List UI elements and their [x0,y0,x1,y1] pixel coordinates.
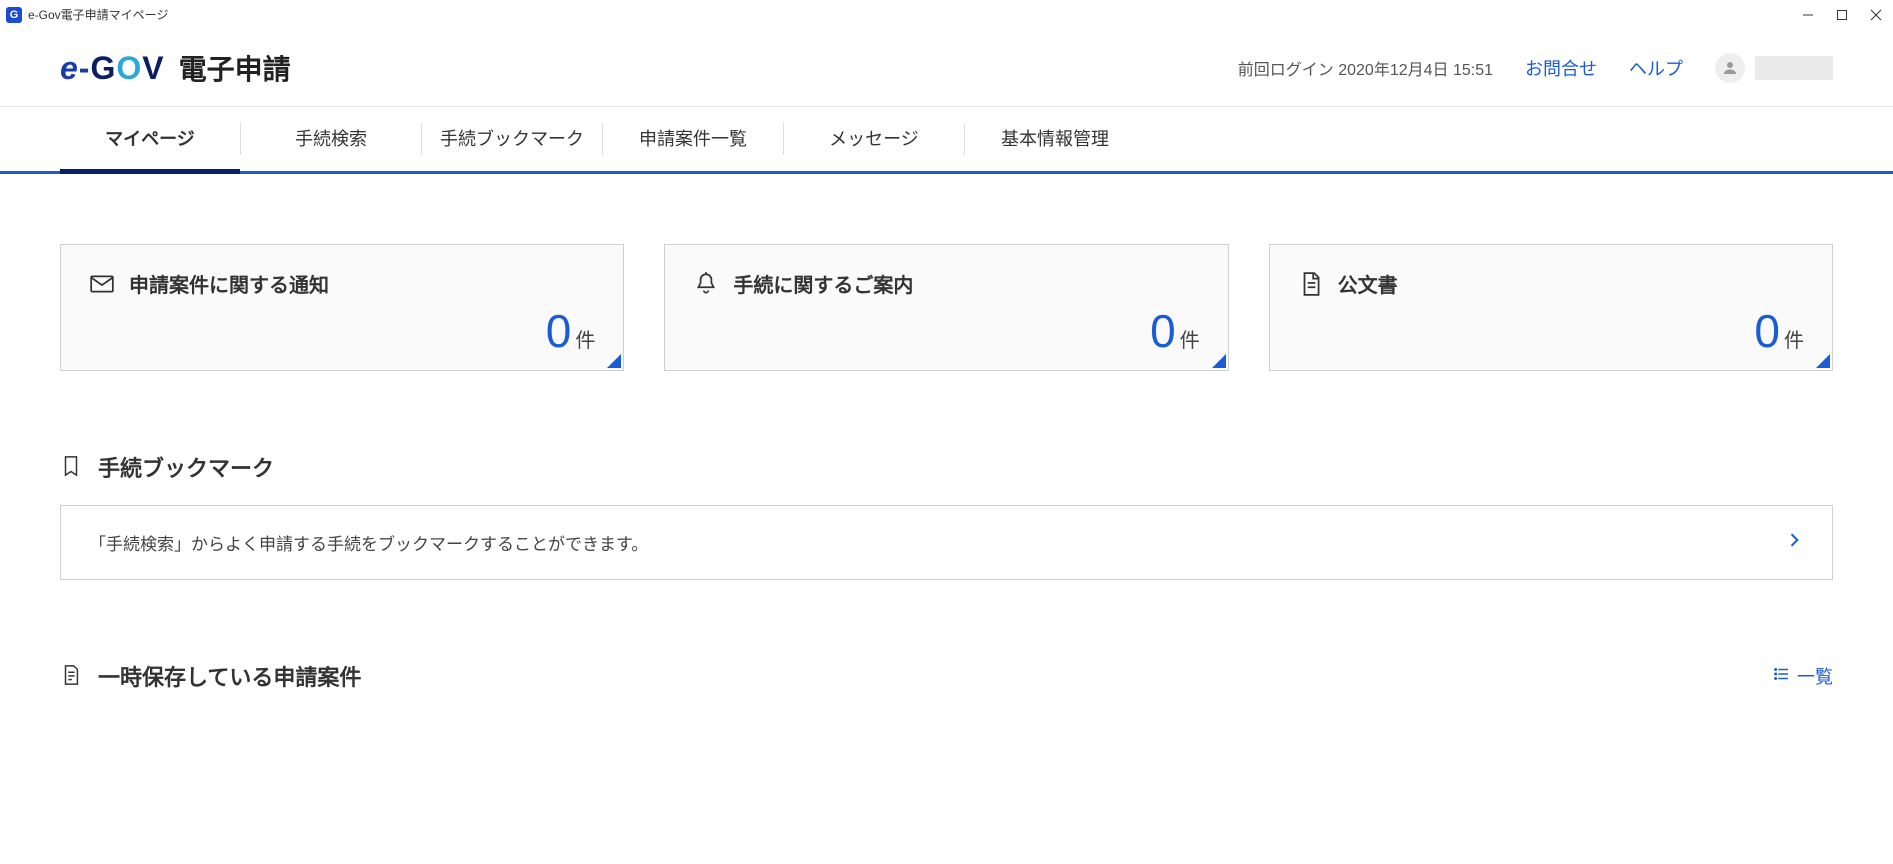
main-nav: マイページ 手続検索 手続ブックマーク 申請案件一覧 メッセージ 基本情報管理 [0,107,1893,174]
logo[interactable]: e-GOV 電子申請 [60,48,291,88]
window-titlebar: G e-Gov電子申請マイページ [0,0,1893,30]
resize-corner-icon [607,354,621,368]
saved-section: 一時保存している申請案件 一覧 [60,660,1833,692]
help-link[interactable]: ヘルプ [1629,55,1683,81]
card-notices[interactable]: 申請案件に関する通知 0件 [60,244,624,371]
card-count: 0 [546,305,572,357]
card-count: 0 [1754,305,1780,357]
resize-corner-icon [1816,354,1830,368]
nav-mypage[interactable]: マイページ [60,107,240,174]
last-login-label: 前回ログイン [1238,62,1334,79]
card-title: 手続に関するご案内 [733,269,913,298]
card-unit: 件 [575,330,595,352]
card-documents[interactable]: 公文書 0件 [1269,244,1833,371]
logo-mark: e-GOV [60,50,165,87]
last-login-value: 2020年12月4日 15:51 [1338,62,1493,79]
nav-applications[interactable]: 申請案件一覧 [603,107,783,171]
summary-cards: 申請案件に関する通知 0件 手続に関するご案内 0件 [60,244,1833,371]
window-maximize-button[interactable] [1835,8,1849,22]
card-guides[interactable]: 手続に関するご案内 0件 [664,244,1228,371]
card-unit: 件 [1784,330,1804,352]
card-unit: 件 [1180,330,1200,352]
window-close-button[interactable] [1869,8,1883,22]
list-link-label: 一覧 [1797,663,1833,689]
card-title: 申請案件に関する通知 [129,269,329,298]
bell-icon [693,271,719,297]
bookmark-hint: 「手続検索」からよく申請する手続をブックマークすることができます。 [89,530,648,555]
nav-basic-info[interactable]: 基本情報管理 [965,107,1145,171]
nav-bookmark[interactable]: 手続ブックマーク [422,107,602,171]
user-name [1755,56,1833,80]
bookmark-hint-row[interactable]: 「手続検索」からよく申請する手続をブックマークすることができます。 [60,505,1833,580]
last-login: 前回ログイン 2020年12月4日 15:51 [1238,56,1493,80]
document-lines-icon [60,664,84,688]
envelope-icon [89,271,115,297]
section-title: 手続ブックマーク [98,451,274,483]
app-icon: G [6,7,22,23]
nav-messages[interactable]: メッセージ [784,107,964,171]
card-title: 公文書 [1338,269,1398,298]
bookmark-icon [60,455,84,479]
avatar-icon [1715,53,1745,83]
resize-corner-icon [1212,354,1226,368]
document-icon [1298,271,1324,297]
list-link[interactable]: 一覧 [1773,663,1833,689]
window-title: e-Gov電子申請マイページ [28,6,168,23]
user-menu[interactable] [1715,53,1833,83]
list-icon [1773,665,1791,688]
window-minimize-button[interactable] [1801,8,1815,22]
page-header: e-GOV 電子申請 前回ログイン 2020年12月4日 15:51 お問合せ … [0,30,1893,107]
content: 申請案件に関する通知 0件 手続に関するご案内 0件 [0,174,1893,754]
logo-text: 電子申請 [179,48,291,88]
contact-link[interactable]: お問合せ [1525,55,1597,81]
nav-search[interactable]: 手続検索 [241,107,421,171]
chevron-right-icon [1784,530,1804,555]
card-count: 0 [1150,305,1176,357]
section-title: 一時保存している申請案件 [98,660,361,692]
bookmark-section: 手続ブックマーク 「手続検索」からよく申請する手続をブックマークすることができま… [60,451,1833,580]
